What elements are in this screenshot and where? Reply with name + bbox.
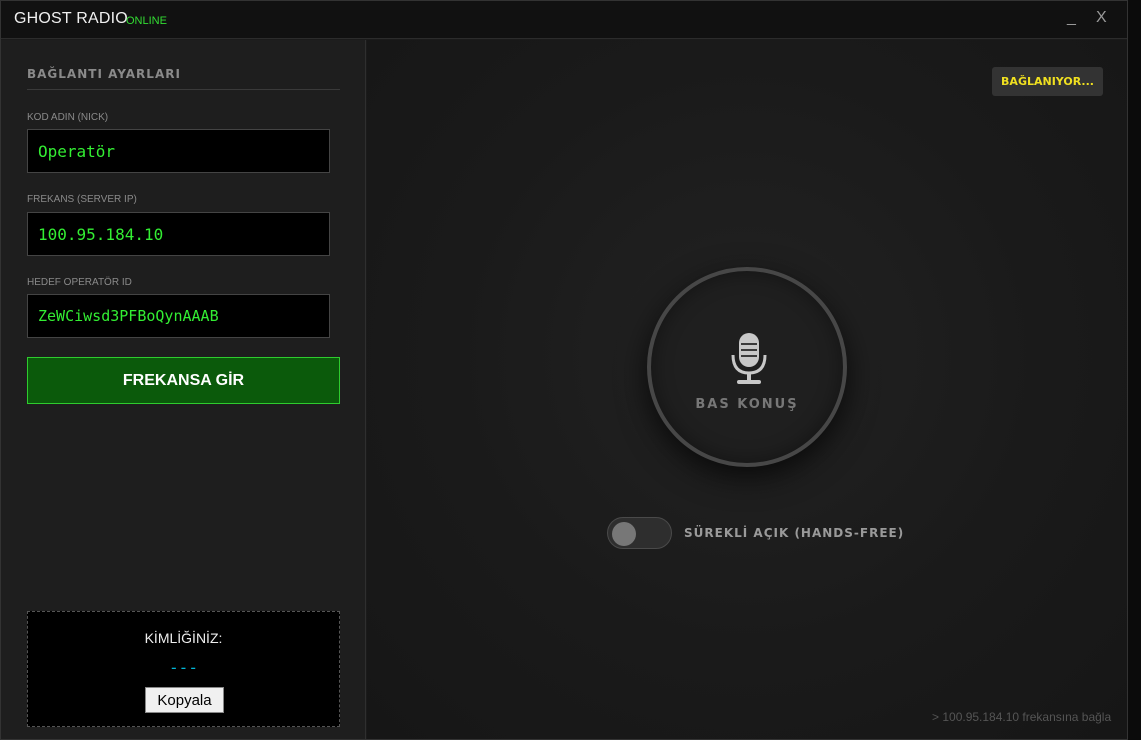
nick-label: KOD ADIN (NICK) (27, 112, 109, 123)
app-title: GHOST RADIO (14, 10, 128, 27)
toggle-knob (612, 522, 636, 546)
radio-main-panel: BAĞLANIYOR... BAS KONUŞ SÜREKLİ AÇIK (HA… (367, 40, 1127, 739)
nick-input[interactable] (27, 129, 330, 173)
online-status: ONLINE (126, 15, 167, 27)
copy-button[interactable]: Kopyala (145, 687, 224, 713)
microphone-icon (731, 333, 767, 384)
identity-box: KİMLİĞİNİZ: --- Kopyala (27, 611, 340, 727)
join-frequency-button[interactable]: FREKANSA GİR (27, 357, 340, 404)
hands-free-label: SÜREKLİ AÇIK (HANDS-FREE) (684, 526, 905, 540)
section-divider (27, 89, 340, 90)
log-line: > 100.95.184.10 frekansına bağla (932, 710, 1112, 724)
hands-free-toggle[interactable] (607, 517, 672, 549)
close-button[interactable]: X (1096, 9, 1107, 27)
titlebar: GHOST RADIO ONLINE _ X (1, 1, 1127, 39)
window-edge (1128, 0, 1141, 740)
section-title: BAĞLANTI AYARLARI (27, 67, 181, 81)
identity-value: --- (169, 658, 198, 677)
server-ip-input[interactable] (27, 212, 330, 256)
server-ip-label: FREKANS (SERVER IP) (27, 194, 137, 205)
push-to-talk-button[interactable]: BAS KONUŞ (647, 267, 847, 467)
minimize-button[interactable]: _ (1067, 9, 1076, 27)
target-id-label: HEDEF OPERATÖR ID (27, 277, 132, 288)
push-to-talk-label: BAS KONUŞ (695, 397, 799, 412)
app-window: GHOST RADIO ONLINE _ X BAĞLANTI AYARLARI… (0, 0, 1128, 740)
identity-label: KİMLİĞİNİZ: (144, 630, 223, 646)
connection-status-badge: BAĞLANIYOR... (992, 67, 1103, 96)
target-id-input[interactable] (27, 294, 330, 338)
connection-settings-panel: BAĞLANTI AYARLARI KOD ADIN (NICK) FREKAN… (1, 40, 366, 739)
